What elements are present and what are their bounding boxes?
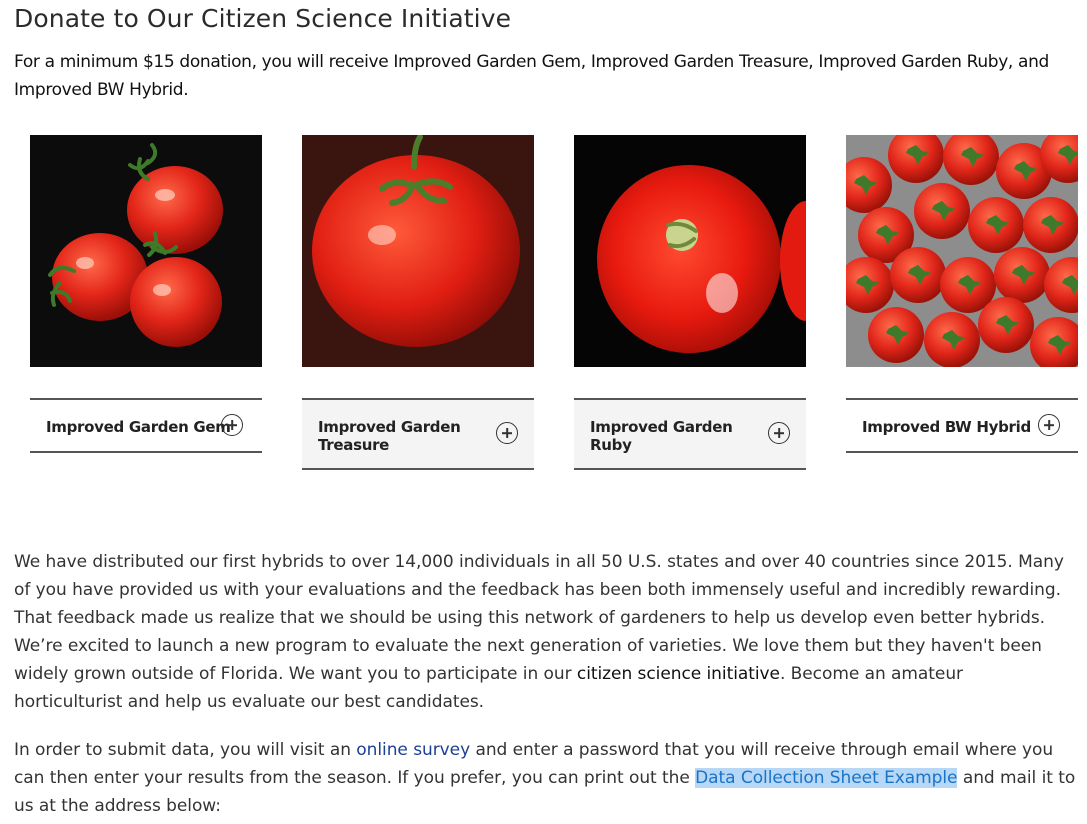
variety-cards: Improved Garden Gem Improved Garden Trea… bbox=[30, 135, 1080, 475]
accordion-garden-gem[interactable]: Improved Garden Gem bbox=[30, 398, 262, 453]
page-subtitle: For a minimum $15 donation, you will rec… bbox=[14, 52, 1049, 100]
variety-card-bw-hybrid: Improved BW Hybrid bbox=[846, 135, 1078, 453]
variety-card-garden-ruby: Improved Garden Ruby bbox=[574, 135, 806, 470]
accordion-garden-ruby[interactable]: Improved Garden Ruby bbox=[574, 398, 806, 470]
garden-treasure-photo bbox=[302, 135, 534, 367]
accordion-garden-treasure[interactable]: Improved Garden Treasure bbox=[302, 398, 534, 470]
citizen-science-link[interactable]: citizen science initiative bbox=[577, 664, 780, 684]
plus-circle-icon[interactable] bbox=[221, 414, 243, 436]
plus-circle-icon[interactable] bbox=[768, 422, 790, 444]
variety-card-garden-treasure: Improved Garden Treasure bbox=[302, 135, 534, 470]
plus-circle-icon[interactable] bbox=[1038, 414, 1060, 436]
accordion-label-bw-hybrid: Improved BW Hybrid bbox=[862, 418, 1031, 436]
variety-card-garden-gem: Improved Garden Gem bbox=[30, 135, 262, 453]
accordion-label-garden-gem: Improved Garden Gem bbox=[46, 418, 231, 436]
accordion-label-garden-ruby: Improved Garden Ruby bbox=[590, 418, 733, 454]
data-collection-sheet-link[interactable]: Data Collection Sheet Example bbox=[695, 768, 958, 788]
plus-circle-icon[interactable] bbox=[496, 422, 518, 444]
garden-ruby-photo bbox=[574, 135, 806, 367]
accordion-bw-hybrid[interactable]: Improved BW Hybrid bbox=[846, 398, 1078, 453]
page-title: Donate to Our Citizen Science Initiative bbox=[14, 4, 512, 33]
program-description: We have distributed our first hybrids to… bbox=[14, 548, 1076, 716]
bw-hybrid-photo bbox=[846, 135, 1078, 367]
garden-gem-photo bbox=[30, 135, 262, 367]
accordion-label-garden-treasure: Improved Garden Treasure bbox=[318, 418, 461, 454]
online-survey-link[interactable]: online survey bbox=[356, 740, 470, 760]
submission-instructions: In order to submit data, you will visit … bbox=[14, 736, 1076, 820]
submission-text-1: In order to submit data, you will visit … bbox=[14, 740, 357, 760]
